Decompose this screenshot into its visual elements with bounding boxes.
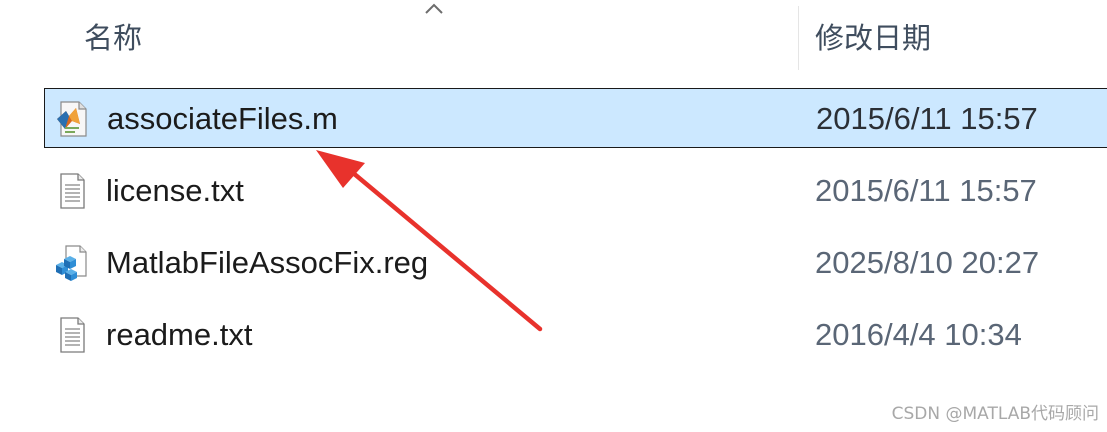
file-name[interactable]: associateFiles.m: [107, 89, 338, 149]
registry-file-icon: [56, 245, 87, 281]
sort-ascending-icon[interactable]: [423, 2, 445, 16]
file-date-modified: 2025/8/10 20:27: [815, 245, 1040, 280]
column-header-name[interactable]: 名称: [84, 0, 142, 72]
file-explorer-list: 名称 修改日期 associateFiles.m 2015/6/11 15:57: [0, 0, 1107, 432]
file-name[interactable]: license.txt: [106, 161, 244, 221]
column-divider[interactable]: [798, 6, 799, 70]
file-row-readme[interactable]: readme.txt 2016/4/4 10:34: [44, 305, 1107, 365]
file-date-modified: 2015/6/11 15:57: [815, 173, 1037, 208]
text-file-icon: [60, 173, 85, 209]
matlab-m-file-icon: [57, 101, 87, 137]
text-file-icon: [60, 317, 85, 353]
file-name[interactable]: MatlabFileAssocFix.reg: [106, 233, 428, 293]
file-row-matlabfileassocfix[interactable]: MatlabFileAssocFix.reg 2025/8/10 20:27: [44, 233, 1107, 293]
file-row-license[interactable]: license.txt 2015/6/11 15:57: [44, 161, 1107, 221]
file-row-associatefiles[interactable]: associateFiles.m 2015/6/11 15:57: [44, 88, 1107, 148]
watermark: CSDN @MATLAB代码顾问: [891, 404, 1099, 424]
column-header-bar: 名称 修改日期: [0, 0, 1107, 72]
file-date-modified: 2016/4/4 10:34: [815, 317, 1022, 352]
file-date-modified: 2015/6/11 15:57: [816, 101, 1038, 136]
file-name[interactable]: readme.txt: [106, 305, 252, 365]
column-header-date-modified[interactable]: 修改日期: [815, 0, 931, 72]
